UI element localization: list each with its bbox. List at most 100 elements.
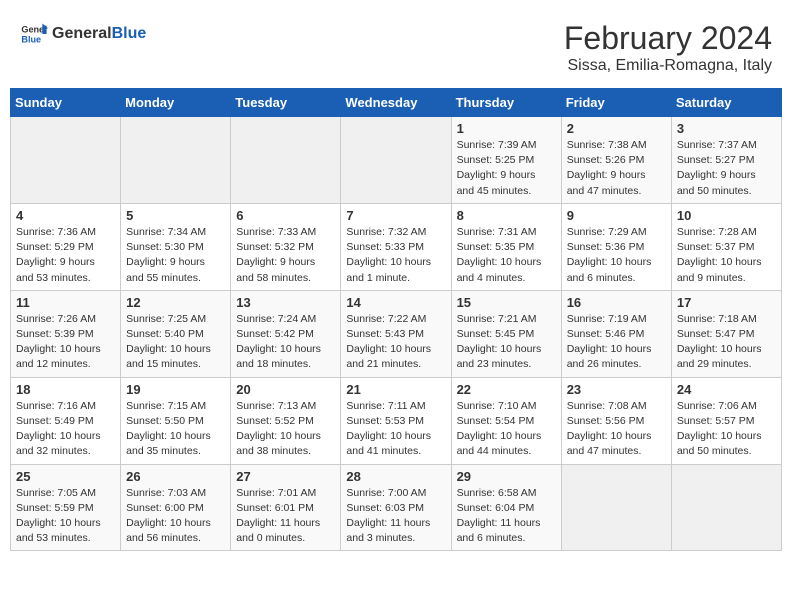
- week-row-5: 25 Sunrise: 7:05 AM Sunset: 5:59 PM Dayli…: [11, 464, 782, 551]
- calendar-cell: [341, 117, 451, 204]
- calendar: SundayMondayTuesdayWednesdayThursdayFrid…: [10, 88, 782, 551]
- calendar-cell: 7 Sunrise: 7:32 AM Sunset: 5:33 PM Daylig…: [341, 203, 451, 290]
- day-info: Sunrise: 6:58 AM Sunset: 6:04 PM Dayligh…: [457, 486, 556, 547]
- weekday-header-thursday: Thursday: [451, 89, 561, 117]
- calendar-cell: 3Sunrise: 7:37 AM Sunset: 5:27 PM Daylig…: [671, 117, 781, 204]
- day-number: 26: [126, 469, 225, 484]
- calendar-cell: 28 Sunrise: 7:00 AM Sunset: 6:03 PM Dayli…: [341, 464, 451, 551]
- weekday-header-row: SundayMondayTuesdayWednesdayThursdayFrid…: [11, 89, 782, 117]
- calendar-cell: 24Sunrise: 7:06 AM Sunset: 5:57 PM Dayli…: [671, 377, 781, 464]
- day-number: 11: [16, 295, 115, 310]
- calendar-cell: 5Sunrise: 7:34 AM Sunset: 5:30 PM Daylig…: [121, 203, 231, 290]
- calendar-cell: 6Sunrise: 7:33 AM Sunset: 5:32 PM Daylig…: [231, 203, 341, 290]
- calendar-cell: [561, 464, 671, 551]
- calendar-cell: 14 Sunrise: 7:22 AM Sunset: 5:43 PM Dayli…: [341, 290, 451, 377]
- day-number: 6: [236, 208, 335, 223]
- day-number: 28: [346, 469, 445, 484]
- day-number: 20: [236, 382, 335, 397]
- calendar-cell: 11 Sunrise: 7:26 AM Sunset: 5:39 PM Dayli…: [11, 290, 121, 377]
- day-info: Sunrise: 7:19 AM Sunset: 5:46 PM Dayligh…: [567, 312, 666, 373]
- calendar-cell: 12 Sunrise: 7:25 AM Sunset: 5:40 PM Dayli…: [121, 290, 231, 377]
- calendar-cell: 16 Sunrise: 7:19 AM Sunset: 5:46 PM Dayli…: [561, 290, 671, 377]
- logo-blue: Blue: [112, 25, 147, 42]
- calendar-cell: 15Sunrise: 7:21 AM Sunset: 5:45 PM Dayli…: [451, 290, 561, 377]
- day-info: Sunrise: 7:01 AM Sunset: 6:01 PM Dayligh…: [236, 486, 335, 547]
- main-title: February 2024: [564, 20, 772, 57]
- calendar-cell: 10Sunrise: 7:28 AM Sunset: 5:37 PM Dayli…: [671, 203, 781, 290]
- day-info: Sunrise: 7:38 AM Sunset: 5:26 PM Dayligh…: [567, 138, 666, 199]
- day-info: Sunrise: 7:32 AM Sunset: 5:33 PM Dayligh…: [346, 225, 445, 286]
- day-number: 29: [457, 469, 556, 484]
- day-info: Sunrise: 7:24 AM Sunset: 5:42 PM Dayligh…: [236, 312, 335, 373]
- calendar-cell: 19 Sunrise: 7:15 AM Sunset: 5:50 PM Dayli…: [121, 377, 231, 464]
- calendar-cell: 13 Sunrise: 7:24 AM Sunset: 5:42 PM Dayli…: [231, 290, 341, 377]
- calendar-cell: 2 Sunrise: 7:38 AM Sunset: 5:26 PM Daylig…: [561, 117, 671, 204]
- day-number: 24: [677, 382, 776, 397]
- calendar-cell: [11, 117, 121, 204]
- day-number: 23: [567, 382, 666, 397]
- day-info: Sunrise: 7:28 AM Sunset: 5:37 PM Dayligh…: [677, 225, 776, 286]
- weekday-header-saturday: Saturday: [671, 89, 781, 117]
- day-info: Sunrise: 7:22 AM Sunset: 5:43 PM Dayligh…: [346, 312, 445, 373]
- calendar-cell: 25 Sunrise: 7:05 AM Sunset: 5:59 PM Dayli…: [11, 464, 121, 551]
- calendar-cell: 26 Sunrise: 7:03 AM Sunset: 6:00 PM Dayli…: [121, 464, 231, 551]
- day-info: Sunrise: 7:10 AM Sunset: 5:54 PM Dayligh…: [457, 399, 556, 460]
- day-number: 13: [236, 295, 335, 310]
- day-number: 21: [346, 382, 445, 397]
- day-number: 18: [16, 382, 115, 397]
- calendar-cell: 17 Sunrise: 7:18 AM Sunset: 5:47 PM Dayli…: [671, 290, 781, 377]
- weekday-header-sunday: Sunday: [11, 89, 121, 117]
- calendar-cell: 23Sunrise: 7:08 AM Sunset: 5:56 PM Dayli…: [561, 377, 671, 464]
- calendar-cell: 20 Sunrise: 7:13 AM Sunset: 5:52 PM Dayli…: [231, 377, 341, 464]
- day-info: Sunrise: 7:26 AM Sunset: 5:39 PM Dayligh…: [16, 312, 115, 373]
- svg-text:Blue: Blue: [21, 34, 41, 44]
- day-info: Sunrise: 7:37 AM Sunset: 5:27 PM Dayligh…: [677, 138, 776, 199]
- day-info: Sunrise: 7:05 AM Sunset: 5:59 PM Dayligh…: [16, 486, 115, 547]
- day-number: 19: [126, 382, 225, 397]
- day-number: 15: [457, 295, 556, 310]
- week-row-4: 18 Sunrise: 7:16 AM Sunset: 5:49 PM Dayli…: [11, 377, 782, 464]
- day-info: Sunrise: 7:25 AM Sunset: 5:40 PM Dayligh…: [126, 312, 225, 373]
- day-number: 1: [457, 121, 556, 136]
- weekday-header-monday: Monday: [121, 89, 231, 117]
- day-info: Sunrise: 7:29 AM Sunset: 5:36 PM Dayligh…: [567, 225, 666, 286]
- day-number: 27: [236, 469, 335, 484]
- day-number: 7: [346, 208, 445, 223]
- day-number: 8: [457, 208, 556, 223]
- title-area: February 2024 Sissa, Emilia-Romagna, Ita…: [564, 20, 772, 75]
- day-info: Sunrise: 7:39 AM Sunset: 5:25 PM Dayligh…: [457, 138, 556, 199]
- week-row-3: 11 Sunrise: 7:26 AM Sunset: 5:39 PM Dayli…: [11, 290, 782, 377]
- day-number: 17: [677, 295, 776, 310]
- day-info: Sunrise: 7:16 AM Sunset: 5:49 PM Dayligh…: [16, 399, 115, 460]
- week-row-2: 4Sunrise: 7:36 AM Sunset: 5:29 PM Daylig…: [11, 203, 782, 290]
- calendar-cell: [121, 117, 231, 204]
- day-number: 12: [126, 295, 225, 310]
- calendar-cell: 21Sunrise: 7:11 AM Sunset: 5:53 PM Dayli…: [341, 377, 451, 464]
- day-number: 9: [567, 208, 666, 223]
- day-info: Sunrise: 7:13 AM Sunset: 5:52 PM Dayligh…: [236, 399, 335, 460]
- calendar-cell: 4Sunrise: 7:36 AM Sunset: 5:29 PM Daylig…: [11, 203, 121, 290]
- day-info: Sunrise: 7:00 AM Sunset: 6:03 PM Dayligh…: [346, 486, 445, 547]
- day-number: 16: [567, 295, 666, 310]
- day-number: 14: [346, 295, 445, 310]
- weekday-header-wednesday: Wednesday: [341, 89, 451, 117]
- logo: General Blue GeneralBlue: [20, 20, 146, 48]
- day-info: Sunrise: 7:36 AM Sunset: 5:29 PM Dayligh…: [16, 225, 115, 286]
- calendar-cell: 22 Sunrise: 7:10 AM Sunset: 5:54 PM Dayli…: [451, 377, 561, 464]
- weekday-header-tuesday: Tuesday: [231, 89, 341, 117]
- calendar-cell: 9 Sunrise: 7:29 AM Sunset: 5:36 PM Daylig…: [561, 203, 671, 290]
- header: General Blue GeneralBlue February 2024 S…: [10, 10, 782, 80]
- day-number: 5: [126, 208, 225, 223]
- day-number: 22: [457, 382, 556, 397]
- weekday-header-friday: Friday: [561, 89, 671, 117]
- calendar-cell: 1 Sunrise: 7:39 AM Sunset: 5:25 PM Daylig…: [451, 117, 561, 204]
- day-number: 2: [567, 121, 666, 136]
- day-info: Sunrise: 7:03 AM Sunset: 6:00 PM Dayligh…: [126, 486, 225, 547]
- day-number: 25: [16, 469, 115, 484]
- logo-icon: General Blue: [20, 20, 48, 48]
- day-info: Sunrise: 7:18 AM Sunset: 5:47 PM Dayligh…: [677, 312, 776, 373]
- calendar-cell: 27 Sunrise: 7:01 AM Sunset: 6:01 PM Dayli…: [231, 464, 341, 551]
- subtitle: Sissa, Emilia-Romagna, Italy: [564, 57, 772, 75]
- day-info: Sunrise: 7:15 AM Sunset: 5:50 PM Dayligh…: [126, 399, 225, 460]
- day-info: Sunrise: 7:31 AM Sunset: 5:35 PM Dayligh…: [457, 225, 556, 286]
